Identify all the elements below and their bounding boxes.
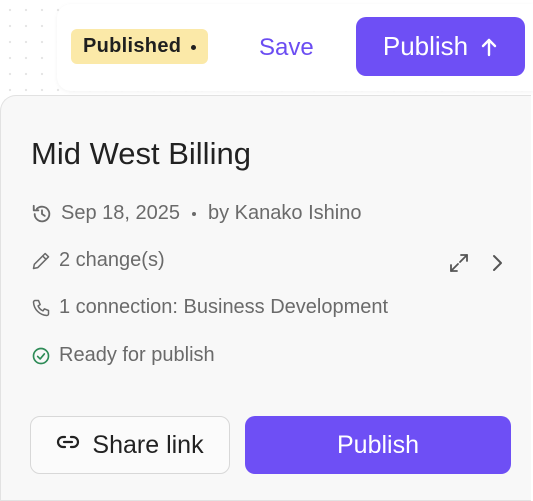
version-meta-row: Sep 18, 2025 by Kanako Ishino [31, 202, 361, 225]
connection-text: 1 connection: Business Development [59, 296, 389, 318]
arrow-up-icon [480, 37, 498, 57]
canvas: Published Save Publish Mid West Billing [0, 0, 533, 501]
phone-icon [31, 298, 51, 318]
page-title: Mid West Billing [31, 136, 251, 171]
ready-status: Ready for publish [59, 344, 215, 366]
status-dot [191, 45, 197, 50]
publish-toolbar: Published Save Publish [57, 4, 533, 91]
publish-button[interactable]: Publish [245, 416, 511, 474]
status-badge: Published [71, 29, 209, 64]
separator-dot [192, 211, 196, 216]
changes-count: 2 change(s) [59, 249, 165, 271]
version-date: Sep 18, 2025 [61, 202, 180, 224]
share-link-label: Share link [92, 430, 204, 459]
version-card: Mid West Billing Sep 18, 2025 by Kanako … [0, 95, 531, 501]
connection-row: 1 connection: Business Development [31, 296, 388, 319]
share-link-button[interactable]: Share link [30, 416, 230, 474]
status-label: Published [83, 35, 182, 57]
publish-toolbar-label: Publish [382, 31, 469, 61]
history-icon [31, 203, 53, 225]
link-icon [56, 430, 80, 461]
save-button[interactable]: Save [247, 28, 326, 68]
pencil-icon [31, 251, 51, 271]
expand-icon[interactable] [447, 251, 471, 275]
version-author: by Kanako Ishino [208, 202, 362, 224]
changes-row[interactable]: 2 change(s) [31, 249, 165, 272]
chevron-right-icon[interactable] [485, 251, 509, 275]
publish-toolbar-button[interactable]: Publish [356, 17, 525, 76]
ready-row: Ready for publish [31, 344, 215, 367]
check-circle-icon [31, 346, 51, 366]
